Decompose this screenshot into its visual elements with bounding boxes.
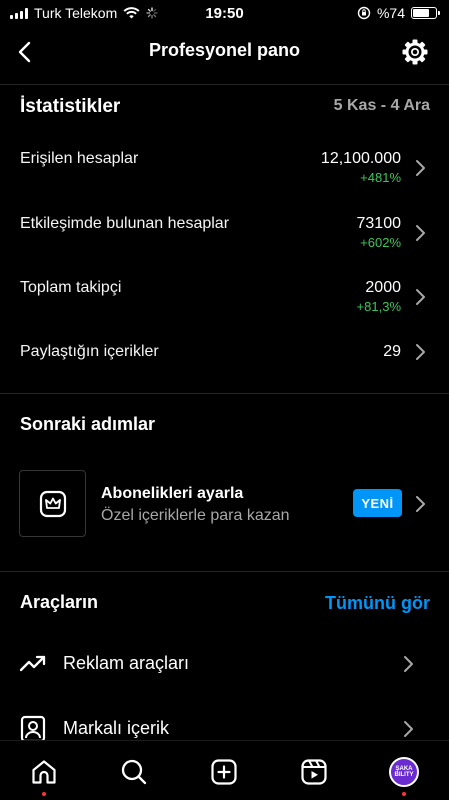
gear-icon (402, 39, 428, 65)
section-divider (0, 393, 449, 394)
step-icon-box (19, 470, 86, 537)
stat-row-reached[interactable]: Erişilen hesaplar 12,100.000 +481% (0, 145, 449, 195)
subscriptions-card[interactable]: Abonelikleri ayarla Özel içeriklerle par… (0, 470, 449, 538)
battery-level (413, 9, 430, 17)
chevron-right-icon (416, 344, 425, 360)
tools-title: Araçların (20, 592, 99, 612)
stat-change: +602% (360, 235, 401, 250)
chevron-left-icon (18, 41, 31, 63)
stat-value: 2000 (365, 279, 401, 296)
tool-row-ads[interactable]: Reklam araçları (0, 641, 449, 687)
stat-change: +481% (360, 170, 401, 185)
nav-search[interactable] (118, 756, 150, 788)
settings-button[interactable] (399, 36, 431, 68)
new-badge: YENİ (353, 489, 402, 517)
reels-icon (301, 759, 327, 785)
orientation-lock-icon (357, 6, 371, 20)
chevron-right-icon (416, 289, 425, 305)
search-icon (121, 759, 147, 785)
stat-row-followers[interactable]: Toplam takipçi 2000 +81,3% (0, 274, 449, 324)
home-notification-dot (42, 792, 46, 796)
profile-avatar: ŞAKA BILITY (389, 757, 419, 787)
stat-row-content[interactable]: Paylaştığın içerikler 29 (0, 338, 449, 388)
page-title: Profesyonel pano (148, 40, 301, 60)
battery-percent: %74 (376, 5, 405, 21)
header: Profesyonel pano (0, 30, 449, 74)
nav-create[interactable] (208, 756, 240, 788)
create-icon (211, 759, 237, 785)
nav-reels[interactable] (298, 756, 330, 788)
trending-up-icon (19, 655, 46, 672)
back-button[interactable] (8, 36, 40, 68)
chevron-right-icon (404, 656, 413, 672)
chevron-right-icon (416, 496, 425, 512)
stat-value: 12,100.000 (320, 150, 401, 167)
date-range[interactable]: 5 Kas - 4 Ara (334, 97, 430, 115)
crown-icon (39, 490, 66, 517)
stats-title: İstatistikler (20, 96, 121, 117)
stat-row-engaged[interactable]: Etkileşimde bulunan hesaplar 73100 +602% (0, 210, 449, 260)
stat-label: Erişilen hesaplar (20, 150, 139, 167)
stat-label: Paylaştığın içerikler (20, 343, 159, 360)
nav-home[interactable] (28, 756, 60, 788)
stat-value: 73100 (356, 215, 402, 232)
stat-label: Toplam takipçi (20, 279, 122, 296)
battery-icon (411, 7, 440, 19)
profile-notification-dot (402, 792, 406, 796)
stat-label: Etkileşimde bulunan hesaplar (20, 215, 230, 232)
bottom-nav: ŞAKA BILITY (0, 740, 449, 800)
tool-label: Markalı içerik (63, 718, 170, 738)
status-right: %74 (357, 5, 440, 21)
status-bar: Turk Telekom 19:50 %74 (0, 0, 449, 26)
nav-profile[interactable]: ŞAKA BILITY (388, 756, 420, 788)
tool-label: Reklam araçları (63, 653, 190, 673)
chevron-right-icon (404, 721, 413, 737)
stat-change: +81,3% (356, 299, 401, 314)
next-steps-title: Sonraki adımlar (20, 414, 156, 434)
stat-value: 29 (383, 343, 401, 360)
home-icon (32, 760, 56, 784)
chevron-right-icon (416, 225, 425, 241)
section-divider (0, 571, 449, 572)
step-title: Abonelikleri ayarla (101, 485, 244, 502)
header-divider (0, 84, 449, 85)
step-subtitle: Özel içeriklerle para kazan (101, 507, 290, 524)
chevron-right-icon (416, 160, 425, 176)
see-all-link[interactable]: Tümünü gör (325, 593, 430, 614)
